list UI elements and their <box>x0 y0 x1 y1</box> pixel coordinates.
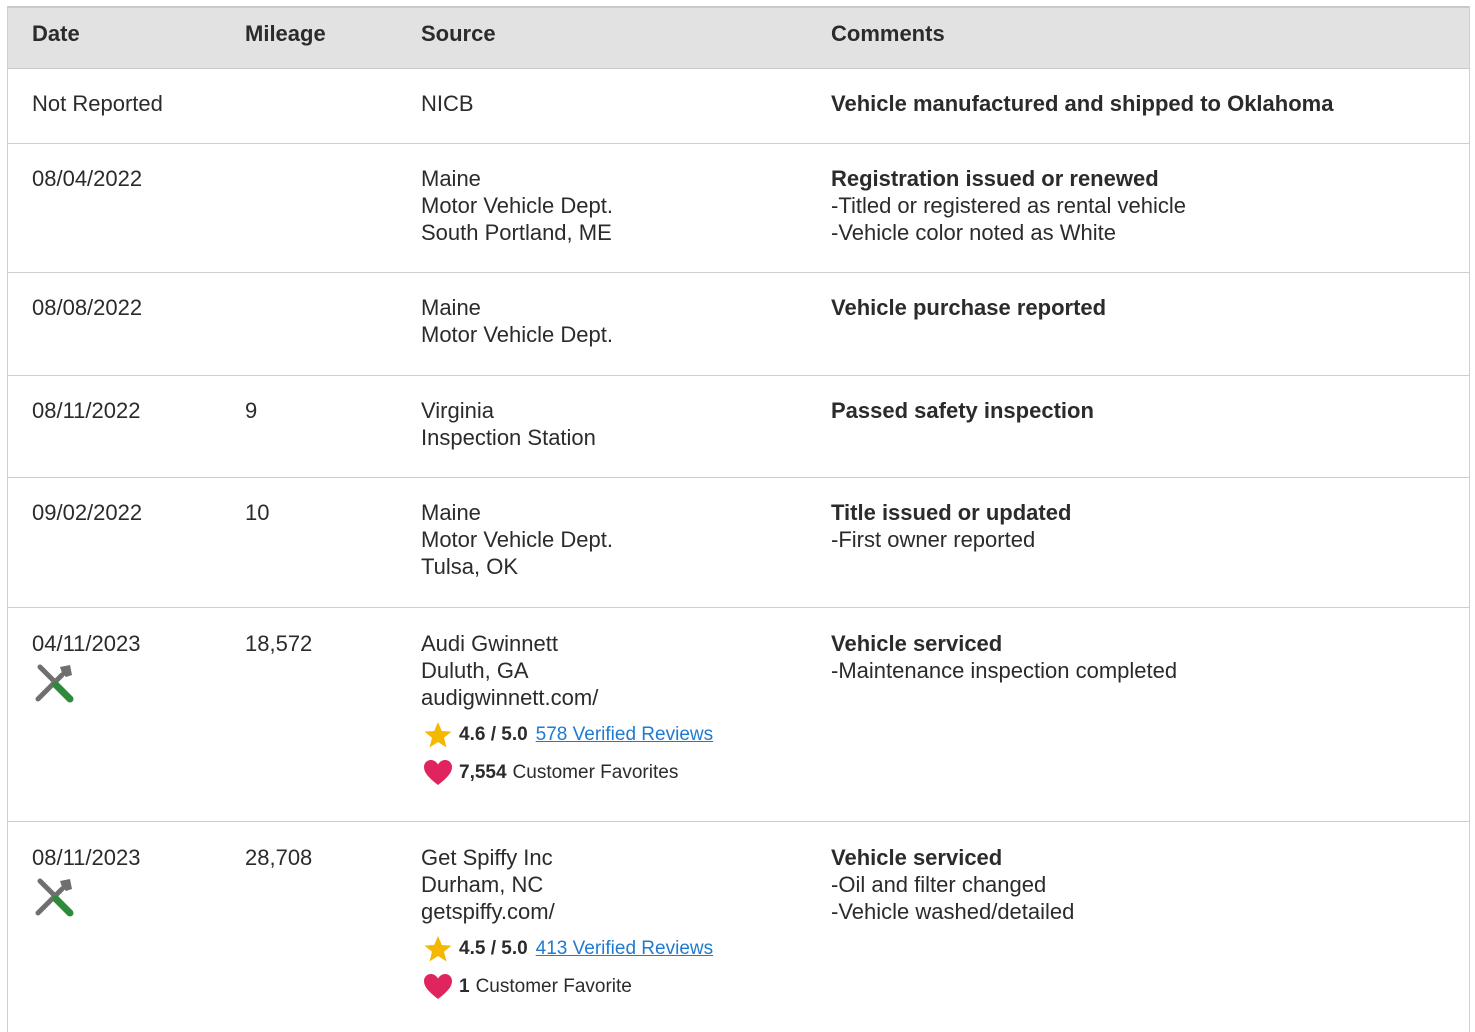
source-line: Maine <box>421 295 481 320</box>
source-line: Virginia <box>421 398 494 423</box>
source-line: NICB <box>421 91 474 116</box>
row-date: 09/02/2022 <box>32 500 143 525</box>
source-line: Inspection Station <box>421 425 596 450</box>
row-comments: Vehicle serviced Maintenance inspection … <box>831 630 1177 684</box>
source-line: Maine <box>421 500 481 525</box>
table-row: Not Reported NICB Vehicle manufactured a… <box>8 69 1469 144</box>
comment-item: Oil and filter changed <box>831 871 1074 898</box>
table-row: 04/11/2023 18,572 Audi Gwinnett Duluth, … <box>8 608 1469 822</box>
source-line: audigwinnett.com/ <box>421 685 599 710</box>
source-line: Durham, NC <box>421 872 544 897</box>
vehicle-history-table: Date Mileage Source Comments Not Reporte… <box>7 6 1470 1032</box>
table-row: 09/02/2022 10 Maine Motor Vehicle Dept. … <box>8 478 1469 608</box>
source-line: South Portland, ME <box>421 220 612 245</box>
source-line: getspiffy.com/ <box>421 899 555 924</box>
source-line: Motor Vehicle Dept. <box>421 322 613 347</box>
favorites-count: 1 <box>459 976 470 997</box>
comment-title: Vehicle purchase reported <box>831 295 1107 320</box>
verified-reviews-link[interactable]: 413 Verified Reviews <box>536 938 713 960</box>
service-tools-icon <box>35 664 74 703</box>
favorites-count: 7,554 <box>459 762 507 783</box>
comment-title: Title issued or updated <box>831 500 1072 525</box>
header-comments: Comments <box>831 21 945 46</box>
heart-icon <box>424 974 452 999</box>
rating-line: 4.5 / 5.0 413 Verified Reviews <box>421 933 713 965</box>
row-comments: Title issued or updated First owner repo… <box>831 499 1071 553</box>
row-date: Not Reported <box>32 91 163 116</box>
comment-item: Vehicle washed/detailed <box>831 898 1074 925</box>
service-tools-icon <box>35 878 74 917</box>
table-row: 08/08/2022 Maine Motor Vehicle Dept. Veh… <box>8 273 1469 376</box>
comment-item: Titled or registered as rental vehicle <box>831 192 1186 219</box>
table-row: 08/04/2022 Maine Motor Vehicle Dept. Sou… <box>8 144 1469 273</box>
comment-item: Vehicle color noted as White <box>831 219 1186 246</box>
star-icon <box>424 936 452 962</box>
row-date: 08/11/2023 <box>32 845 141 870</box>
row-date-cell: 04/11/2023 <box>32 630 140 705</box>
comment-title: Registration issued or renewed <box>831 166 1159 191</box>
row-date: 04/11/2023 <box>32 631 141 656</box>
rating-value: 4.5 / 5.0 <box>459 938 528 959</box>
verified-reviews-link[interactable]: 578 Verified Reviews <box>536 724 713 746</box>
table-header: Date Mileage Source Comments <box>8 8 1469 69</box>
comment-title: Vehicle serviced <box>831 631 1003 656</box>
header-date: Date <box>32 21 80 46</box>
row-mileage: 18,572 <box>245 631 313 656</box>
row-source: Audi Gwinnett Duluth, GA audigwinnett.co… <box>421 630 598 711</box>
header-source: Source <box>421 21 496 46</box>
comment-title: Vehicle serviced <box>831 845 1003 870</box>
row-comments: Vehicle purchase reported <box>831 294 1106 321</box>
row-comments: Vehicle serviced Oil and filter changed … <box>831 844 1074 925</box>
row-date: 08/11/2022 <box>32 398 141 423</box>
table-row: 08/11/2023 28,708 Get Spiffy Inc Durham,… <box>8 822 1469 1032</box>
heart-icon <box>424 760 452 785</box>
dealer-meta: 4.5 / 5.0 413 Verified Reviews 1 Custome… <box>421 933 713 1003</box>
row-source: Maine Motor Vehicle Dept. <box>421 294 613 348</box>
favorites-label: Customer Favorites <box>512 762 679 783</box>
favorites-label: Customer Favorite <box>475 976 632 997</box>
row-comments: Passed safety inspection <box>831 397 1094 424</box>
row-date: 08/04/2022 <box>32 166 143 191</box>
rating-value: 4.6 / 5.0 <box>459 724 528 745</box>
row-comments: Vehicle manufactured and shipped to Okla… <box>831 90 1333 117</box>
row-mileage: 28,708 <box>245 845 313 870</box>
source-line: Maine <box>421 166 481 191</box>
row-comments: Registration issued or renewed Titled or… <box>831 165 1186 246</box>
source-line: Get Spiffy Inc <box>421 845 553 870</box>
row-date-cell: 08/11/2023 <box>32 844 140 919</box>
table-row: 08/11/2022 9 Virginia Inspection Station… <box>8 376 1469 478</box>
comment-title: Passed safety inspection <box>831 398 1094 423</box>
row-date: 08/08/2022 <box>32 295 143 320</box>
favorites-line: 7,554 Customer Favorites <box>421 757 713 789</box>
comment-item: First owner reported <box>831 526 1071 553</box>
source-line: Duluth, GA <box>421 658 529 683</box>
source-line: Audi Gwinnett <box>421 631 558 656</box>
row-mileage: 9 <box>245 398 258 423</box>
row-source: Virginia Inspection Station <box>421 397 596 451</box>
header-mileage: Mileage <box>245 21 326 46</box>
comment-item: Maintenance inspection completed <box>831 657 1177 684</box>
comment-title: Vehicle manufactured and shipped to Okla… <box>831 91 1334 116</box>
star-icon <box>424 722 452 748</box>
dealer-meta: 4.6 / 5.0 578 Verified Reviews 7,554 Cus… <box>421 719 713 789</box>
source-line: Motor Vehicle Dept. <box>421 527 613 552</box>
row-source: Maine Motor Vehicle Dept. Tulsa, OK <box>421 499 613 580</box>
row-source: Maine Motor Vehicle Dept. South Portland… <box>421 165 613 246</box>
row-source: Get Spiffy Inc Durham, NC getspiffy.com/ <box>421 844 555 925</box>
source-line: Tulsa, OK <box>421 554 518 579</box>
rating-line: 4.6 / 5.0 578 Verified Reviews <box>421 719 713 751</box>
row-mileage: 10 <box>245 500 270 525</box>
source-line: Motor Vehicle Dept. <box>421 193 613 218</box>
favorites-line: 1 Customer Favorite <box>421 971 713 1003</box>
row-source: NICB <box>421 90 474 117</box>
